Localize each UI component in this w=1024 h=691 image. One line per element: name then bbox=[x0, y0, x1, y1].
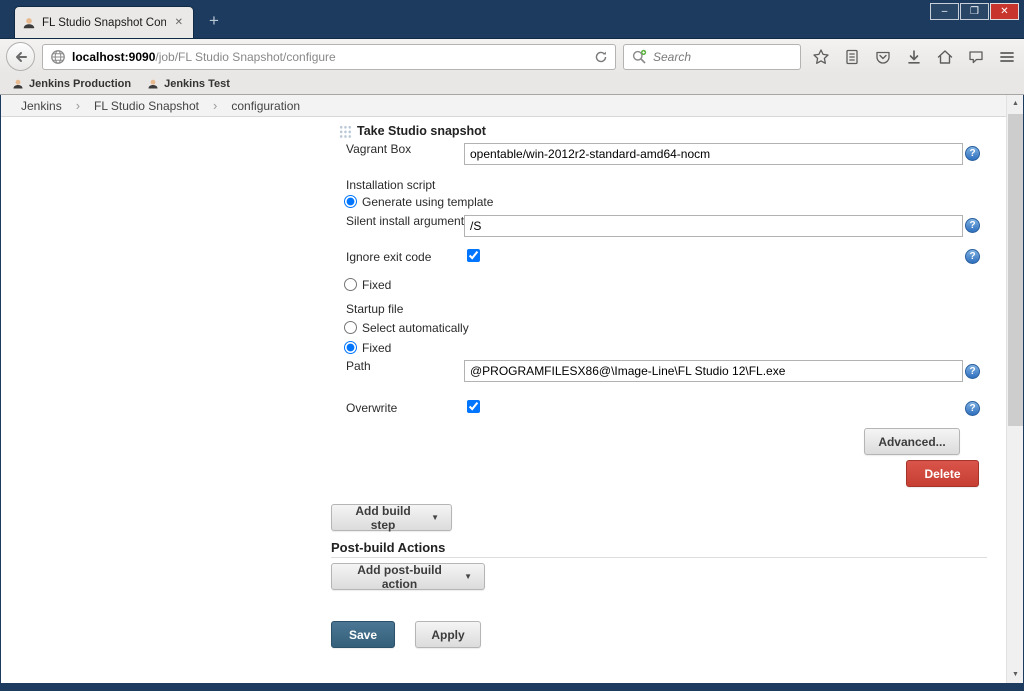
fixed-startup-label[interactable]: Fixed bbox=[362, 341, 391, 355]
generate-using-template-label[interactable]: Generate using template bbox=[362, 195, 493, 209]
delete-button-label: Delete bbox=[924, 467, 960, 481]
drag-handle-icon[interactable] bbox=[339, 125, 352, 139]
startup-file-label: Startup file bbox=[346, 302, 403, 316]
jenkins-favicon-icon bbox=[147, 78, 159, 90]
help-icon[interactable]: ? bbox=[965, 364, 980, 379]
window-bottom-border bbox=[0, 683, 1024, 691]
post-build-actions-heading: Post-build Actions bbox=[331, 540, 445, 555]
vagrant-box-label: Vagrant Box bbox=[346, 142, 411, 156]
overwrite-checkbox[interactable] bbox=[467, 400, 480, 413]
back-button[interactable] bbox=[6, 42, 35, 71]
fixed-install-label[interactable]: Fixed bbox=[362, 278, 391, 292]
help-icon[interactable]: ? bbox=[965, 401, 980, 416]
downloads-icon[interactable] bbox=[905, 48, 923, 66]
bookmark-jenkins-test[interactable]: Jenkins Test bbox=[140, 77, 237, 91]
add-post-build-action-label: Add post-build action bbox=[344, 563, 455, 591]
save-button[interactable]: Save bbox=[331, 621, 395, 648]
select-automatically-label[interactable]: Select automatically bbox=[362, 321, 469, 335]
ignore-exit-code-label: Ignore exit code bbox=[346, 250, 431, 264]
jenkins-favicon-icon bbox=[22, 16, 36, 30]
path-input[interactable] bbox=[464, 360, 963, 382]
url-host: localhost:9090 bbox=[72, 50, 155, 64]
breadcrumb-jenkins[interactable]: Jenkins bbox=[21, 99, 62, 113]
add-post-build-action-button[interactable]: Add post-build action ▼ bbox=[331, 563, 485, 590]
help-icon[interactable]: ? bbox=[965, 218, 980, 233]
navigation-toolbar: localhost:9090/job/FL Studio Snapshot/co… bbox=[0, 38, 1024, 74]
site-identity-globe-icon[interactable] bbox=[50, 49, 66, 65]
titlebar: FL Studio Snapshot Confi... ✕ + – ❐ ✕ bbox=[0, 0, 1024, 38]
menu-icon[interactable] bbox=[998, 48, 1016, 66]
vagrant-box-input[interactable] bbox=[464, 143, 963, 165]
new-tab-button[interactable]: + bbox=[200, 10, 228, 34]
browser-window: FL Studio Snapshot Confi... ✕ + – ❐ ✕ lo… bbox=[0, 0, 1024, 691]
tab-title: FL Studio Snapshot Confi... bbox=[42, 17, 166, 29]
breadcrumb-separator-icon: › bbox=[213, 98, 217, 113]
search-placeholder: Search bbox=[653, 50, 691, 64]
config-form: Take Studio snapshot Vagrant Box ? Insta… bbox=[1, 117, 1023, 683]
url-text: localhost:9090/job/FL Studio Snapshot/co… bbox=[72, 50, 336, 64]
reload-icon[interactable] bbox=[594, 50, 608, 64]
installation-script-label: Installation script bbox=[346, 178, 435, 192]
breadcrumb-configuration[interactable]: configuration bbox=[231, 99, 300, 113]
hello-chat-icon[interactable] bbox=[967, 48, 985, 66]
maximize-button[interactable]: ❐ bbox=[960, 3, 989, 20]
pocket-icon[interactable] bbox=[874, 48, 892, 66]
home-icon[interactable] bbox=[936, 48, 954, 66]
vertical-scrollbar[interactable]: ▲ ▼ bbox=[1006, 95, 1023, 683]
dropdown-caret-icon: ▼ bbox=[464, 572, 472, 581]
fixed-startup-radio[interactable] bbox=[344, 341, 357, 354]
dropdown-caret-icon: ▼ bbox=[431, 513, 439, 522]
add-build-step-button[interactable]: Add build step ▼ bbox=[331, 504, 452, 531]
url-path: /job/FL Studio Snapshot/configure bbox=[155, 50, 335, 64]
bookmark-jenkins-production[interactable]: Jenkins Production bbox=[5, 77, 138, 91]
bookmarks-menu-icon[interactable] bbox=[843, 48, 861, 66]
select-automatically-radio[interactable] bbox=[344, 321, 357, 334]
help-icon[interactable]: ? bbox=[965, 249, 980, 264]
delete-button[interactable]: Delete bbox=[906, 460, 979, 487]
toolbar-icons bbox=[812, 48, 1016, 66]
search-bar[interactable]: Search bbox=[623, 44, 801, 70]
apply-button-label: Apply bbox=[431, 628, 464, 642]
tab-close-icon[interactable]: ✕ bbox=[172, 16, 186, 29]
browser-tab[interactable]: FL Studio Snapshot Confi... ✕ bbox=[14, 6, 194, 38]
page-viewport: Jenkins › FL Studio Snapshot › configura… bbox=[1, 95, 1023, 683]
ignore-exit-code-checkbox[interactable] bbox=[467, 249, 480, 262]
build-step-title: Take Studio snapshot bbox=[357, 124, 486, 138]
jenkins-favicon-icon bbox=[12, 78, 24, 90]
silent-install-input[interactable] bbox=[464, 215, 963, 237]
section-divider bbox=[331, 557, 987, 558]
advanced-button[interactable]: Advanced... bbox=[864, 428, 960, 455]
breadcrumb-job[interactable]: FL Studio Snapshot bbox=[94, 99, 199, 113]
bookmark-label: Jenkins Production bbox=[29, 78, 131, 90]
fixed-install-radio[interactable] bbox=[344, 278, 357, 291]
scroll-down-icon[interactable]: ▼ bbox=[1007, 666, 1023, 683]
close-button[interactable]: ✕ bbox=[990, 3, 1019, 20]
bookmarks-toolbar: Jenkins Production Jenkins Test bbox=[0, 74, 1024, 95]
scrollbar-thumb[interactable] bbox=[1008, 114, 1023, 426]
advanced-button-label: Advanced... bbox=[878, 435, 945, 449]
scroll-up-icon[interactable]: ▲ bbox=[1007, 95, 1023, 112]
window-controls: – ❐ ✕ bbox=[930, 3, 1019, 20]
search-icon[interactable] bbox=[631, 49, 647, 65]
bookmark-label: Jenkins Test bbox=[164, 78, 230, 90]
generate-using-template-radio[interactable] bbox=[344, 195, 357, 208]
bookmark-star-icon[interactable] bbox=[812, 48, 830, 66]
apply-button[interactable]: Apply bbox=[415, 621, 481, 648]
help-icon[interactable]: ? bbox=[965, 146, 980, 161]
add-build-step-label: Add build step bbox=[344, 504, 422, 532]
url-bar[interactable]: localhost:9090/job/FL Studio Snapshot/co… bbox=[42, 44, 616, 70]
silent-install-label: Silent install arguments bbox=[346, 214, 470, 228]
path-label: Path bbox=[346, 359, 371, 373]
breadcrumb: Jenkins › FL Studio Snapshot › configura… bbox=[1, 95, 1023, 117]
overwrite-label: Overwrite bbox=[346, 401, 397, 415]
save-button-label: Save bbox=[349, 628, 377, 642]
minimize-button[interactable]: – bbox=[930, 3, 959, 20]
breadcrumb-separator-icon: › bbox=[76, 98, 80, 113]
